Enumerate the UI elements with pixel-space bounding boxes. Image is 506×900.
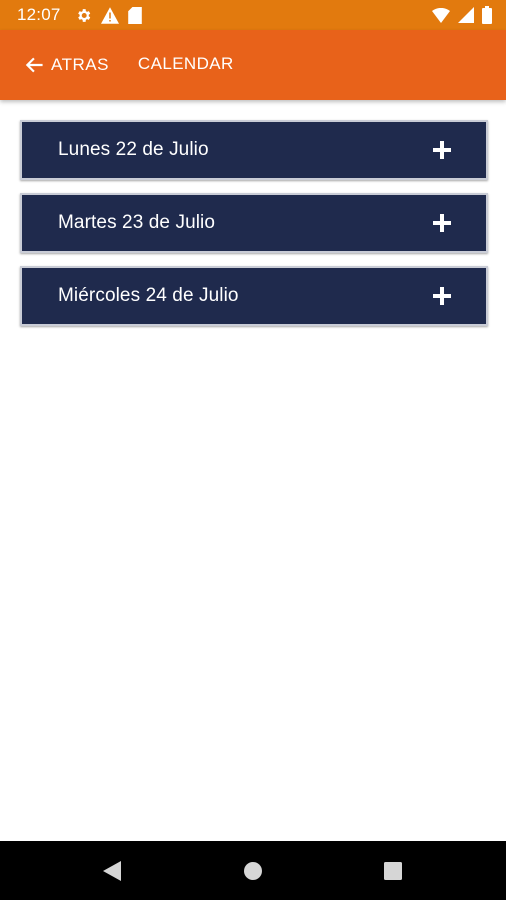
plus-icon[interactable] <box>432 213 452 233</box>
page-title: CALENDAR <box>137 54 234 73</box>
status-time: 12:07 <box>17 5 61 24</box>
nav-back-button[interactable] <box>82 841 142 900</box>
nav-home-button[interactable] <box>223 841 283 900</box>
day-item-miercoles[interactable]: Miércoles 24 de Julio <box>20 266 488 326</box>
status-left: 12:07 <box>17 5 142 25</box>
arrow-left-icon <box>23 55 45 75</box>
warning-icon <box>100 6 119 24</box>
back-button[interactable]: ATRAS <box>23 55 109 75</box>
day-list: Lunes 22 de Julio Martes 23 de Julio Mié… <box>20 120 488 339</box>
status-icons-left <box>75 6 142 24</box>
home-circle-icon <box>243 861 263 881</box>
wifi-icon <box>432 7 450 23</box>
recents-square-icon <box>384 861 402 880</box>
back-triangle-icon <box>103 860 121 881</box>
status-right <box>432 6 492 24</box>
cell-signal-icon <box>458 7 474 23</box>
day-item-lunes[interactable]: Lunes 22 de Julio <box>20 120 488 180</box>
nav-recents-button[interactable] <box>363 841 423 900</box>
day-label: Martes 23 de Julio <box>58 212 216 233</box>
gear-icon <box>75 7 92 24</box>
system-nav-bar <box>0 841 506 900</box>
back-label: ATRAS <box>51 55 109 74</box>
day-label: Lunes 22 de Julio <box>58 139 209 160</box>
sd-card-icon <box>127 6 142 24</box>
status-bar: 12:07 <box>0 0 506 30</box>
day-item-martes[interactable]: Martes 23 de Julio <box>20 193 488 253</box>
day-label: Miércoles 24 de Julio <box>58 285 239 306</box>
plus-icon[interactable] <box>432 140 452 160</box>
plus-icon[interactable] <box>432 286 452 306</box>
battery-icon <box>482 6 492 24</box>
app-bar: ATRAS CALENDAR <box>0 30 506 100</box>
screen: 12:07 ATRAS CALENDAR Lunes 22 de Julio M… <box>0 0 506 900</box>
